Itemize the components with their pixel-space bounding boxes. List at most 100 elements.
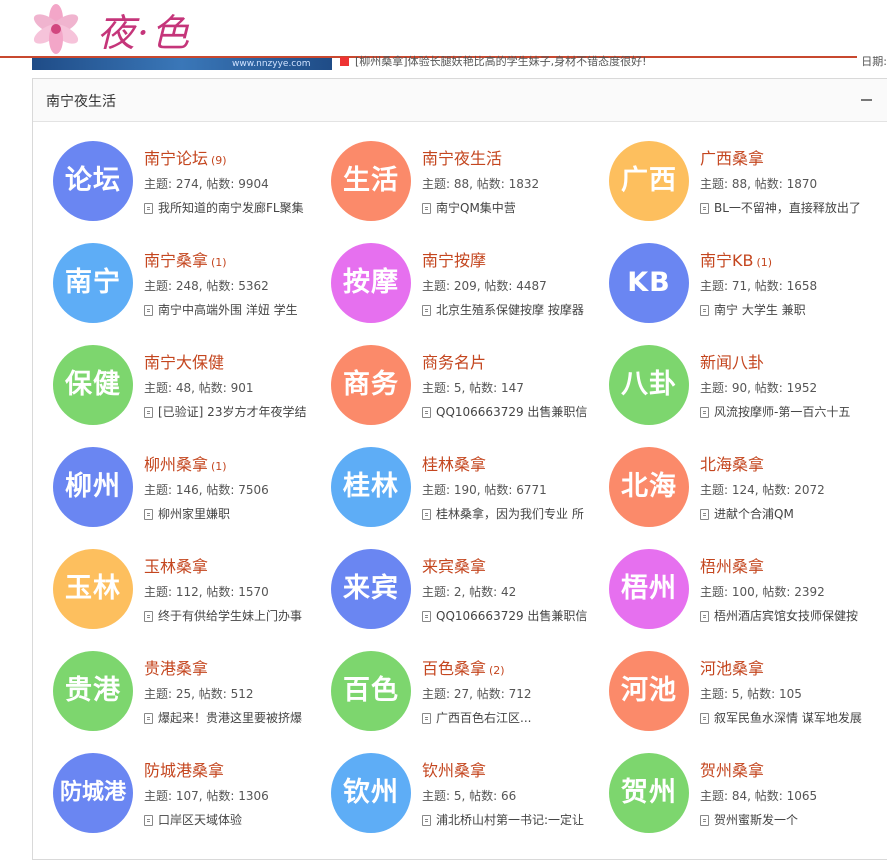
forum-name[interactable]: 商务名片 bbox=[422, 353, 486, 372]
forum-name-link[interactable]: 梧州桑拿 bbox=[700, 553, 767, 577]
last-post-title[interactable]: QQ106663729 出售兼职信 bbox=[436, 609, 587, 623]
lotus-logo-icon[interactable] bbox=[28, 2, 84, 54]
forum-last-post[interactable]: QQ106663729 出售兼职信 bbox=[422, 607, 605, 624]
forum-name-link[interactable]: 南宁按摩 bbox=[422, 247, 489, 271]
forum-badge-icon[interactable]: 河池 bbox=[609, 651, 689, 731]
forum-badge-icon[interactable]: 生活 bbox=[331, 141, 411, 221]
forum-name-link[interactable]: 来宾桑拿 bbox=[422, 553, 489, 577]
forum-last-post[interactable]: 南宁QM集中营 bbox=[422, 199, 605, 216]
forum-name-link[interactable]: 商务名片 bbox=[422, 349, 489, 373]
forum-badge-icon[interactable]: 按摩 bbox=[331, 243, 411, 323]
forum-last-post[interactable]: 口岸区天域体验 bbox=[144, 811, 327, 828]
forum-badge-icon[interactable]: 梧州 bbox=[609, 549, 689, 629]
last-post-title[interactable]: 南宁QM集中营 bbox=[436, 201, 516, 215]
forum-name[interactable]: 来宾桑拿 bbox=[422, 557, 486, 576]
forum-name[interactable]: 河池桑拿 bbox=[700, 659, 764, 678]
forum-name[interactable]: 广西桑拿 bbox=[700, 149, 764, 168]
panel-title[interactable]: 南宁夜生活 bbox=[46, 91, 116, 111]
forum-name-link[interactable]: 新闻八卦 bbox=[700, 349, 767, 373]
last-post-title[interactable]: BL一不留神，直接释放出了 bbox=[714, 201, 861, 215]
forum-last-post[interactable]: 南宁 大学生 兼职 bbox=[700, 301, 883, 318]
forum-last-post[interactable]: 进献个合浦QM bbox=[700, 505, 883, 522]
forum-name[interactable]: 南宁按摩 bbox=[422, 251, 486, 270]
forum-badge-icon[interactable]: 桂林 bbox=[331, 447, 411, 527]
last-post-title[interactable]: 风流按摩师-第一百六十五 bbox=[714, 405, 850, 419]
forum-last-post[interactable]: 梧州酒店宾馆女技师保健按 bbox=[700, 607, 883, 624]
last-post-title[interactable]: 贺州蜜斯发一个 bbox=[714, 813, 798, 827]
forum-badge-icon[interactable]: 北海 bbox=[609, 447, 689, 527]
forum-last-post[interactable]: 我所知道的南宁发廊FL聚集 bbox=[144, 199, 327, 216]
forum-name[interactable]: 南宁夜生活 bbox=[422, 149, 502, 168]
forum-last-post[interactable]: 浦北桥山村第一书记:一定让 bbox=[422, 811, 605, 828]
last-post-title[interactable]: 南宁中高端外围 洋妞 学生 bbox=[158, 303, 298, 317]
forum-name-link[interactable]: 防城港桑拿 bbox=[144, 757, 227, 781]
forum-badge-icon[interactable]: 贵港 bbox=[53, 651, 133, 731]
forum-badge-icon[interactable]: 广西 bbox=[609, 141, 689, 221]
forum-name[interactable]: 玉林桑拿 bbox=[144, 557, 208, 576]
news-ticker[interactable]: [柳州桑拿]体验长腿妖艳比高的学生妹子,身材不错态度很好! 日期: bbox=[340, 55, 887, 68]
forum-name[interactable]: 柳州桑拿 bbox=[144, 455, 208, 474]
forum-last-post[interactable]: 爆起来！贵港这里要被挤爆 bbox=[144, 709, 327, 726]
forum-name-link[interactable]: 贵港桑拿 bbox=[144, 655, 211, 679]
forum-name-link[interactable]: 南宁KB (1) bbox=[700, 247, 772, 271]
forum-last-post[interactable]: 桂林桑拿，因为我们专业 所 bbox=[422, 505, 605, 522]
forum-last-post[interactable]: [已验证] 23岁方才年夜学结 bbox=[144, 403, 327, 420]
forum-name[interactable]: 梧州桑拿 bbox=[700, 557, 764, 576]
forum-badge-icon[interactable]: 百色 bbox=[331, 651, 411, 731]
forum-badge-icon[interactable]: 玉林 bbox=[53, 549, 133, 629]
forum-name[interactable]: 南宁论坛 bbox=[144, 149, 208, 168]
forum-badge-icon[interactable]: 南宁 bbox=[53, 243, 133, 323]
forum-name[interactable]: 钦州桑拿 bbox=[422, 761, 486, 780]
forum-name-link[interactable]: 百色桑拿 (2) bbox=[422, 655, 505, 679]
forum-badge-icon[interactable]: 来宾 bbox=[331, 549, 411, 629]
ticker-text[interactable]: [柳州桑拿]体验长腿妖艳比高的学生妹子,身材不错态度很好! bbox=[355, 55, 647, 68]
forum-name-link[interactable]: 桂林桑拿 bbox=[422, 451, 489, 475]
forum-name-link[interactable]: 玉林桑拿 bbox=[144, 553, 211, 577]
forum-last-post[interactable]: 广西百色右江区... bbox=[422, 709, 605, 726]
forum-name-link[interactable]: 钦州桑拿 bbox=[422, 757, 489, 781]
forum-last-post[interactable]: 终于有供给学生妹上门办事 bbox=[144, 607, 327, 624]
forum-badge-icon[interactable]: 防城港 bbox=[53, 753, 133, 833]
forum-last-post[interactable]: QQ106663729 出售兼职信 bbox=[422, 403, 605, 420]
forum-name[interactable]: 新闻八卦 bbox=[700, 353, 764, 372]
forum-last-post[interactable]: 北京生殖系保健按摩 按摩器 bbox=[422, 301, 605, 318]
forum-name-link[interactable]: 南宁大保健 bbox=[144, 349, 227, 373]
last-post-title[interactable]: 进献个合浦QM bbox=[714, 507, 794, 521]
last-post-title[interactable]: 我所知道的南宁发廊FL聚集 bbox=[158, 201, 304, 215]
forum-last-post[interactable]: 叙军民鱼水深情 谋军地发展 bbox=[700, 709, 883, 726]
last-post-title[interactable]: 叙军民鱼水深情 谋军地发展 bbox=[714, 711, 862, 725]
header-banner[interactable]: www.nnzyye.com bbox=[32, 58, 332, 70]
forum-name-link[interactable]: 南宁桑拿 (1) bbox=[144, 247, 227, 271]
forum-name[interactable]: 贵港桑拿 bbox=[144, 659, 208, 678]
forum-name-link[interactable]: 北海桑拿 bbox=[700, 451, 767, 475]
forum-name-link[interactable]: 河池桑拿 bbox=[700, 655, 767, 679]
last-post-title[interactable]: [已验证] 23岁方才年夜学结 bbox=[158, 405, 306, 419]
forum-last-post[interactable]: 南宁中高端外围 洋妞 学生 bbox=[144, 301, 327, 318]
forum-badge-icon[interactable]: 柳州 bbox=[53, 447, 133, 527]
forum-name-link[interactable]: 广西桑拿 bbox=[700, 145, 767, 169]
last-post-title[interactable]: 浦北桥山村第一书记:一定让 bbox=[436, 813, 584, 827]
forum-badge-icon[interactable]: 商务 bbox=[331, 345, 411, 425]
last-post-title[interactable]: 广西百色右江区... bbox=[436, 711, 531, 725]
forum-last-post[interactable]: 风流按摩师-第一百六十五 bbox=[700, 403, 883, 420]
last-post-title[interactable]: QQ106663729 出售兼职信 bbox=[436, 405, 587, 419]
collapse-icon[interactable] bbox=[861, 99, 872, 101]
forum-name[interactable]: 北海桑拿 bbox=[700, 455, 764, 474]
forum-badge-icon[interactable]: KB bbox=[609, 243, 689, 323]
forum-name[interactable]: 南宁桑拿 bbox=[144, 251, 208, 270]
last-post-title[interactable]: 桂林桑拿，因为我们专业 所 bbox=[436, 507, 584, 521]
forum-name[interactable]: 桂林桑拿 bbox=[422, 455, 486, 474]
forum-name[interactable]: 防城港桑拿 bbox=[144, 761, 224, 780]
forum-badge-icon[interactable]: 论坛 bbox=[53, 141, 133, 221]
forum-name[interactable]: 南宁KB bbox=[700, 251, 753, 270]
forum-badge-icon[interactable]: 贺州 bbox=[609, 753, 689, 833]
forum-badge-icon[interactable]: 八卦 bbox=[609, 345, 689, 425]
forum-last-post[interactable]: 贺州蜜斯发一个 bbox=[700, 811, 883, 828]
last-post-title[interactable]: 终于有供给学生妹上门办事 bbox=[158, 609, 302, 623]
forum-name[interactable]: 贺州桑拿 bbox=[700, 761, 764, 780]
logo-text[interactable]: 夜·色 bbox=[97, 2, 191, 57]
forum-name-link[interactable]: 柳州桑拿 (1) bbox=[144, 451, 227, 475]
forum-badge-icon[interactable]: 钦州 bbox=[331, 753, 411, 833]
forum-last-post[interactable]: BL一不留神，直接释放出了 bbox=[700, 199, 883, 216]
last-post-title[interactable]: 南宁 大学生 兼职 bbox=[714, 303, 806, 317]
